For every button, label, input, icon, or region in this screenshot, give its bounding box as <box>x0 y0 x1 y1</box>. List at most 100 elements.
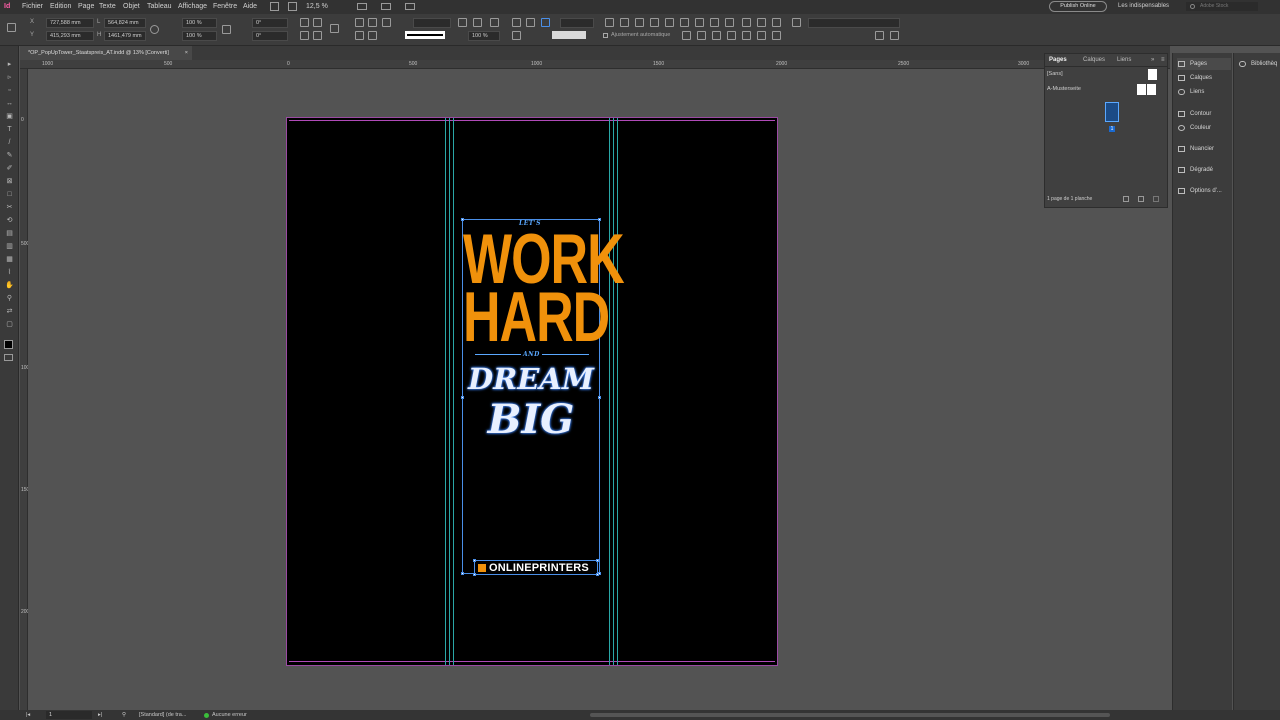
distribute-right-icon[interactable] <box>712 31 721 40</box>
document-tab[interactable]: *OP_PopUpTower_Staatspreis_AT.indd @ 13%… <box>20 46 192 60</box>
dock-couleur[interactable]: Couleur <box>1177 122 1231 134</box>
shear-angle-field[interactable]: 0° <box>252 31 288 41</box>
type-tool-icon[interactable]: T <box>5 126 14 133</box>
menu-tableau[interactable]: Tableau <box>147 3 172 10</box>
view-options-icon[interactable] <box>357 3 367 10</box>
fit-frame-icon[interactable] <box>620 18 629 27</box>
align-middle-icon[interactable] <box>725 18 734 27</box>
panel-options-icon[interactable] <box>890 31 899 40</box>
stock-search-input[interactable]: Adobe Stock <box>1186 2 1258 11</box>
frame-fitting-icon[interactable] <box>792 18 801 27</box>
swap-fill-stroke-icon[interactable]: ⇄ <box>5 308 14 315</box>
dock-contour[interactable]: Contour <box>1177 108 1231 120</box>
menu-page[interactable]: Page <box>78 3 94 10</box>
collapse-icon[interactable]: » <box>1151 57 1154 63</box>
dock-nuancier[interactable]: Nuancier <box>1177 143 1231 155</box>
publish-online-button[interactable]: Publish Online <box>1049 1 1107 12</box>
resize-handle[interactable] <box>596 559 599 562</box>
none-master-label[interactable]: [Sans] <box>1047 71 1063 77</box>
text-path-icon[interactable] <box>330 24 339 33</box>
scale-x-field[interactable]: 100 % <box>182 18 217 28</box>
fit-content-icon[interactable] <box>605 18 614 27</box>
distribute-horizontal-icon[interactable] <box>742 31 751 40</box>
distribute-center-icon[interactable] <box>697 31 706 40</box>
screen-mode-icon[interactable] <box>381 3 391 10</box>
stroke-style-preview[interactable] <box>405 31 445 39</box>
dock-liens[interactable]: Liens <box>1177 86 1231 98</box>
object-style-dropdown[interactable] <box>808 18 900 28</box>
help-icon[interactable] <box>382 18 391 27</box>
stock-icon[interactable] <box>288 2 297 11</box>
preflight-profile[interactable]: [Standard] (de tra... <box>139 712 186 718</box>
selection-tool-icon[interactable]: ▸ <box>5 61 14 68</box>
resize-handle[interactable] <box>473 559 476 562</box>
next-page-icon[interactable]: ▸| <box>98 712 102 718</box>
quick-apply-icon[interactable] <box>875 31 884 40</box>
constrain-proportions-icon[interactable] <box>150 25 159 34</box>
delete-page-icon[interactable] <box>1153 196 1159 202</box>
wrap-none-icon[interactable] <box>512 18 521 27</box>
note-tool-icon[interactable]: ▦ <box>5 256 14 263</box>
auto-fit-checkbox[interactable] <box>603 33 608 38</box>
selected-graphic-frame[interactable]: LET'S WORK HARD AND DREAM BIG <box>461 218 625 575</box>
page-number-field[interactable]: 1 <box>46 711 92 719</box>
tab-pages[interactable]: Pages <box>1049 57 1067 63</box>
new-page-icon[interactable] <box>1138 196 1144 202</box>
pencil-tool-icon[interactable]: ✐ <box>5 165 14 172</box>
rectangle-frame-tool-icon[interactable]: ⊠ <box>5 178 14 185</box>
fill-color-icon[interactable] <box>4 340 13 349</box>
distribute-space-icon[interactable] <box>727 31 736 40</box>
resize-handle[interactable] <box>596 573 599 576</box>
scale-y-field[interactable]: 100 % <box>182 31 217 41</box>
x-field[interactable]: 727,588 mm <box>46 18 94 28</box>
distribute-middle-icon[interactable] <box>772 18 781 27</box>
rotate-ccw-icon[interactable] <box>313 18 322 27</box>
menu-affichage[interactable]: Affichage <box>178 3 207 10</box>
rotation-angle-field[interactable]: 0° <box>252 18 288 28</box>
content-collector-icon[interactable]: ▣ <box>5 113 14 120</box>
page-1-thumbnail[interactable] <box>1105 102 1119 122</box>
dock-pages[interactable]: Pages <box>1177 58 1231 70</box>
master-a-label[interactable]: A-Mustersei​te <box>1047 86 1081 92</box>
tab-calques[interactable]: Calques <box>1083 57 1105 63</box>
corner-options-icon[interactable] <box>512 31 521 40</box>
flip-vertical-icon[interactable] <box>313 31 322 40</box>
fill-swatch-icon[interactable] <box>473 18 482 27</box>
align-top-icon[interactable] <box>710 18 719 27</box>
select-previous-icon[interactable] <box>355 31 364 40</box>
menu-edition[interactable]: Edition <box>50 3 71 10</box>
dock-degrade[interactable]: Dégradé <box>1177 164 1231 176</box>
align-right-icon[interactable] <box>695 18 704 27</box>
select-container-icon[interactable] <box>355 18 364 27</box>
page-tool-icon[interactable]: ▫ <box>5 87 14 94</box>
distribute-spacing-icon[interactable] <box>772 31 781 40</box>
resize-handle[interactable] <box>461 572 464 575</box>
zoom-tool-icon[interactable]: ⚲ <box>5 295 14 302</box>
menu-objet[interactable]: Objet <box>123 3 140 10</box>
tab-liens[interactable]: Liens <box>1117 57 1131 63</box>
center-content-icon[interactable] <box>650 18 659 27</box>
width-field[interactable]: 564,824 mm <box>104 18 146 28</box>
direct-selection-tool-icon[interactable]: ▹ <box>5 74 14 81</box>
none-master-thumbnail[interactable] <box>1148 69 1157 80</box>
dock-options[interactable]: Options d'... <box>1177 185 1231 197</box>
link-scale-icon[interactable] <box>222 25 231 34</box>
horizontal-scrollbar[interactable] <box>590 713 1110 717</box>
wrap-shape-icon[interactable] <box>541 18 550 27</box>
eyedropper-tool-icon[interactable]: ⌇ <box>5 269 14 276</box>
corner-field[interactable] <box>560 18 594 28</box>
master-thumbnail-left[interactable] <box>1137 84 1146 95</box>
align-left-icon[interactable] <box>665 18 674 27</box>
opacity-field[interactable]: 100 % <box>468 31 500 41</box>
reference-point-icon[interactable] <box>7 23 16 32</box>
dock-calques[interactable]: Calques <box>1177 72 1231 84</box>
gap-tool-icon[interactable]: ↔ <box>5 100 14 107</box>
wrap-bounding-icon[interactable] <box>526 18 535 27</box>
hand-tool-icon[interactable]: ✋ <box>5 282 14 289</box>
workspace-switcher[interactable]: Les indispensables <box>1118 3 1169 9</box>
gradient-feather-tool-icon[interactable]: ▥ <box>5 243 14 250</box>
effects-icon[interactable] <box>490 18 499 27</box>
select-content-icon[interactable] <box>368 18 377 27</box>
fill-swatch[interactable] <box>413 18 451 28</box>
gradient-tool-icon[interactable]: ▤ <box>5 230 14 237</box>
